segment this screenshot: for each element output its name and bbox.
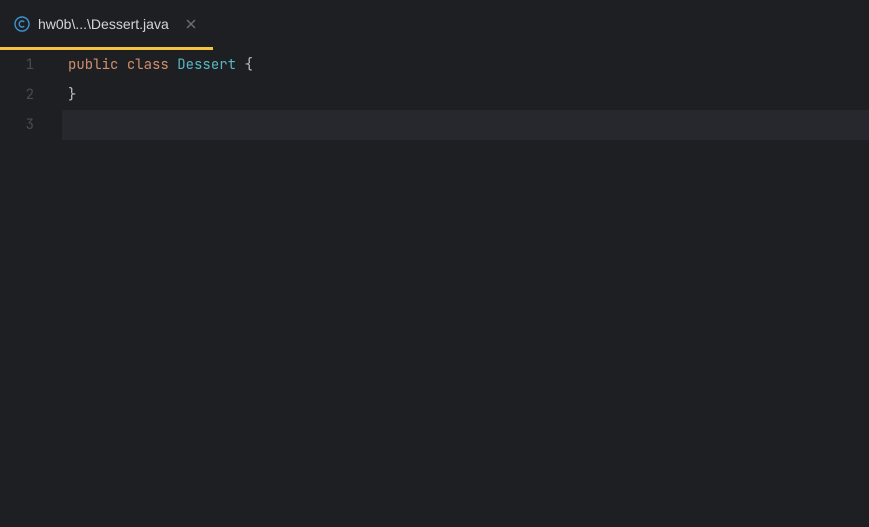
code-line[interactable]: public class Dessert { xyxy=(62,50,869,80)
close-icon[interactable] xyxy=(183,16,199,32)
code-line[interactable] xyxy=(62,110,869,140)
line-number-gutter: 123 xyxy=(0,50,62,527)
class-file-icon xyxy=(14,16,30,32)
tab-bar: hw0b\...\Dessert.java xyxy=(0,0,869,50)
line-number: 1 xyxy=(0,50,34,80)
tab-label: hw0b\...\Dessert.java xyxy=(38,16,169,32)
code-editor[interactable]: 123 public class Dessert {} xyxy=(0,50,869,527)
editor-tab[interactable]: hw0b\...\Dessert.java xyxy=(0,0,213,50)
line-number: 3 xyxy=(0,110,34,140)
code-line[interactable]: } xyxy=(62,80,869,110)
code-content[interactable]: public class Dessert {} xyxy=(62,50,869,527)
line-number: 2 xyxy=(0,80,34,110)
